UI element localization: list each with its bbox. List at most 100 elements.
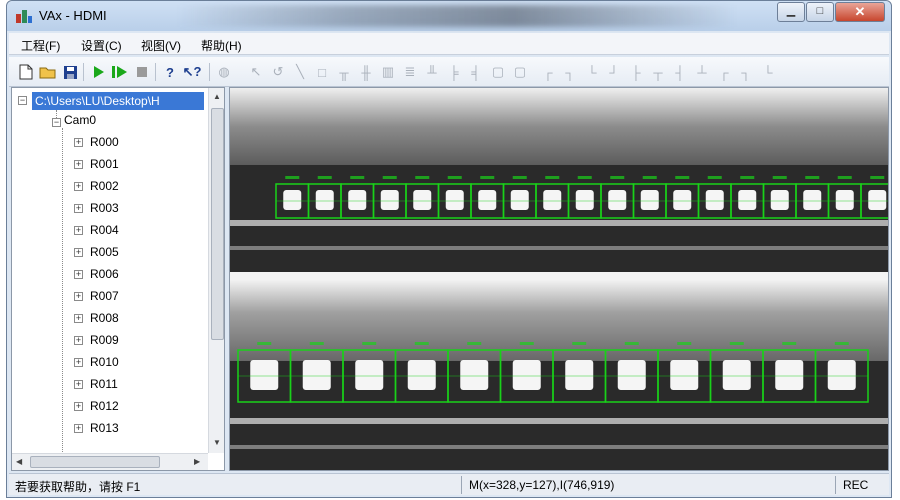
roi-label-mark xyxy=(805,176,820,179)
tool-icon[interactable]: ▢ xyxy=(489,63,507,81)
connector-pin xyxy=(315,190,334,210)
tool-icon[interactable]: └ xyxy=(759,63,777,81)
open-folder-icon[interactable] xyxy=(39,63,57,81)
expand-icon[interactable]: + xyxy=(74,248,83,257)
collapse-icon[interactable]: − xyxy=(52,118,61,127)
connector-pin xyxy=(407,360,436,390)
roi-label-mark xyxy=(870,176,885,179)
window-title: VAx - HDMI xyxy=(39,8,107,23)
tool-icon[interactable]: ╨ xyxy=(423,63,441,81)
connector-pin xyxy=(355,360,384,390)
tool-icon[interactable]: ╡ xyxy=(467,63,485,81)
step-run-icon[interactable] xyxy=(111,63,129,81)
connector-pin xyxy=(575,190,594,210)
tool-icon[interactable]: ┌ xyxy=(539,63,557,81)
roi-label-mark xyxy=(285,176,300,179)
pointer-icon[interactable]: ↖ xyxy=(247,63,265,81)
tool-icon[interactable]: ╥ xyxy=(335,63,353,81)
toolbar-separator xyxy=(155,63,156,81)
expand-icon[interactable]: + xyxy=(74,138,83,147)
connector-pin xyxy=(380,190,399,210)
status-bar: 若要获取帮助，请按 F1 M(x=328,y=127),I(746,919) R… xyxy=(9,473,889,495)
scroll-down-icon[interactable]: ▼ xyxy=(213,438,221,447)
run-icon[interactable] xyxy=(89,63,107,81)
tool-icon[interactable]: ▢ xyxy=(511,63,529,81)
scroll-thumb[interactable] xyxy=(30,456,160,468)
tree-item-label: R002 xyxy=(90,179,119,193)
tool-icon[interactable]: ┐ xyxy=(561,63,579,81)
tool-icon[interactable]: ▥ xyxy=(379,63,397,81)
tree-root-path[interactable]: C:\Users\LU\Desktop\H xyxy=(32,92,204,110)
tool-icon[interactable]: └ xyxy=(583,63,601,81)
tool-icon[interactable]: ┬ xyxy=(649,63,667,81)
expand-icon[interactable]: + xyxy=(74,402,83,411)
tree-node-camera[interactable]: Cam0 xyxy=(64,113,96,127)
inspection-image[interactable] xyxy=(230,88,889,471)
connector-pin xyxy=(670,360,699,390)
connector-pin xyxy=(445,190,464,210)
tree-item-label: R008 xyxy=(90,311,119,325)
expand-icon[interactable]: + xyxy=(74,226,83,235)
roi-label-mark xyxy=(772,176,787,179)
tree-horizontal-scrollbar[interactable]: ◀ ▶ xyxy=(12,453,208,470)
menu-help[interactable]: 帮助(H) xyxy=(201,37,242,54)
roi-label-mark xyxy=(414,342,429,345)
roi-label-mark xyxy=(362,342,377,345)
camera-icon[interactable]: ◍ xyxy=(215,63,233,81)
close-button[interactable]: ✕ xyxy=(835,2,885,22)
minimize-button[interactable]: ▁ xyxy=(777,2,805,22)
connector-pin xyxy=(510,190,529,210)
menu-settings[interactable]: 设置(C) xyxy=(81,37,122,54)
expand-icon[interactable]: + xyxy=(74,204,83,213)
expand-icon[interactable]: + xyxy=(74,380,83,389)
line-tool-icon[interactable]: ╲ xyxy=(291,63,309,81)
scroll-right-icon[interactable]: ▶ xyxy=(194,457,200,466)
tool-icon[interactable]: ┴ xyxy=(693,63,711,81)
expand-icon[interactable]: + xyxy=(74,358,83,367)
expand-icon[interactable]: + xyxy=(74,270,83,279)
expand-icon[interactable]: + xyxy=(74,182,83,191)
tree-item-label: R012 xyxy=(90,399,119,413)
inspection-image-view[interactable] xyxy=(229,87,889,471)
tool-icon[interactable]: ╞ xyxy=(445,63,463,81)
tool-icon[interactable]: ╫ xyxy=(357,63,375,81)
help-icon[interactable]: ? xyxy=(161,63,179,81)
expand-icon[interactable]: + xyxy=(74,424,83,433)
expand-icon[interactable]: + xyxy=(74,292,83,301)
tool-icon[interactable]: ┘ xyxy=(605,63,623,81)
expand-icon[interactable]: + xyxy=(74,314,83,323)
rotate-icon[interactable]: ↺ xyxy=(269,63,287,81)
tree-item-label: R011 xyxy=(90,377,118,391)
roi-label-mark xyxy=(729,342,744,345)
save-icon[interactable] xyxy=(61,63,79,81)
scroll-up-icon[interactable]: ▲ xyxy=(213,92,221,101)
tree-vertical-scrollbar[interactable]: ▲ ▼ xyxy=(208,88,224,453)
new-file-icon[interactable] xyxy=(17,63,35,81)
connector-pin xyxy=(835,190,854,210)
tree-item-label: R006 xyxy=(90,267,119,281)
menu-bar: 工程(F) 设置(C) 视图(V) 帮助(H) xyxy=(9,33,889,55)
collapse-icon[interactable]: − xyxy=(18,96,27,105)
tree-item-label: R010 xyxy=(90,355,119,369)
menu-project[interactable]: 工程(F) xyxy=(21,37,60,54)
scroll-left-icon[interactable]: ◀ xyxy=(16,457,22,466)
roi-label-mark xyxy=(467,342,482,345)
tool-icon[interactable]: ├ xyxy=(627,63,645,81)
roi-label-mark xyxy=(519,342,534,345)
tool-icon[interactable]: ┤ xyxy=(671,63,689,81)
title-bar[interactable]: VAx - HDMI ▁ □ ✕ xyxy=(7,1,891,31)
app-window: VAx - HDMI ▁ □ ✕ 工程(F) 设置(C) 视图(V) 帮助(H) xyxy=(6,0,892,498)
stop-icon[interactable] xyxy=(133,63,151,81)
maximize-button[interactable]: □ xyxy=(806,2,834,22)
menu-view[interactable]: 视图(V) xyxy=(141,37,181,54)
tool-icon[interactable]: ┌ xyxy=(715,63,733,81)
tool-icon[interactable]: ≣ xyxy=(401,63,419,81)
roi-label-mark xyxy=(309,342,324,345)
expand-icon[interactable]: + xyxy=(74,336,83,345)
expand-icon[interactable]: + xyxy=(74,160,83,169)
context-help-icon[interactable]: ↖? xyxy=(183,63,202,81)
rail-highlight xyxy=(230,445,888,449)
tool-icon[interactable]: ┐ xyxy=(737,63,755,81)
scroll-thumb[interactable] xyxy=(211,108,224,340)
rect-tool-icon[interactable]: □ xyxy=(313,63,331,81)
